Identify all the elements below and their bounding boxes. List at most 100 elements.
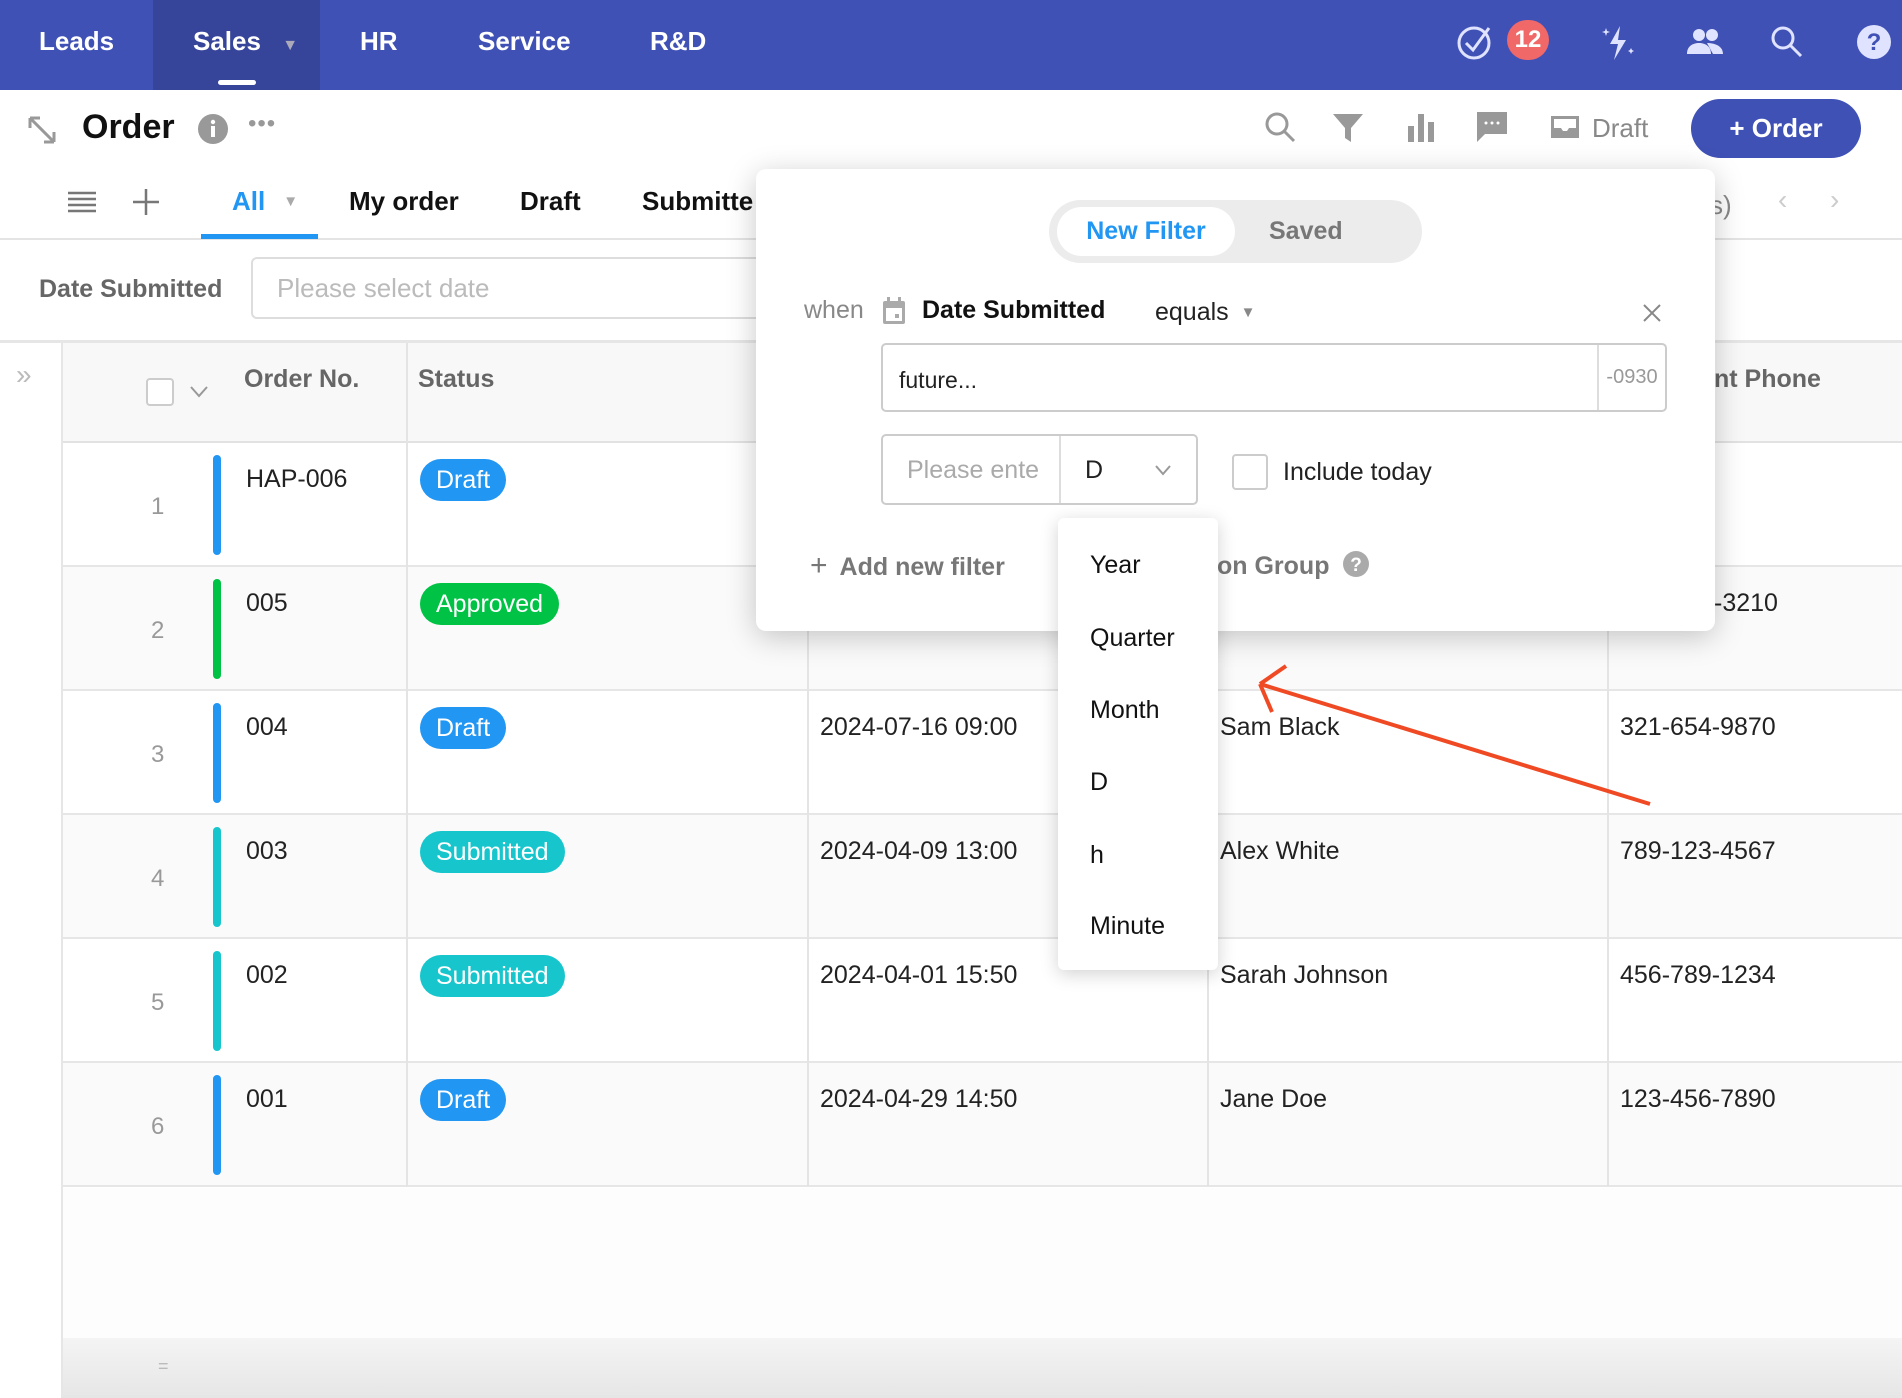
draft-button[interactable]: Draft [1592,113,1648,144]
operator-select[interactable]: equals ▼ [1155,298,1256,327]
nav-tab-sales[interactable]: Sales ▼ [153,0,320,90]
customer-cell[interactable]: Jane Doe [1220,1085,1327,1114]
table-row[interactable]: 6 001 Draft 2024-04-29 14:50 Jane Doe 123-456… [63,1063,1902,1187]
resize-handle-icon[interactable]: = [158,1356,169,1377]
svg-text:?: ? [1867,29,1882,56]
menu-icon[interactable] [68,190,96,214]
phone-cell[interactable]: 789-123-4567 [1620,837,1776,866]
status-color-bar [213,827,221,927]
column-divider [1607,691,1609,815]
status-color-bar [213,703,221,803]
date-cell[interactable]: 2024-04-01 15:50 [820,961,1017,990]
expand-icon[interactable] [26,114,58,146]
column-divider [406,1063,408,1187]
filter-field[interactable]: Date Submitted [922,296,1105,325]
order-no-cell[interactable]: 004 [246,713,288,742]
calendar-icon [883,297,905,324]
tab-draft[interactable]: Draft [520,186,581,217]
tab-submitted[interactable]: Submitte [642,186,753,217]
chevron-down-icon[interactable] [189,385,209,399]
chart-icon[interactable] [1404,110,1438,144]
nav-tab-service[interactable]: Service [478,0,571,90]
toolbar-search-icon[interactable] [1263,110,1297,144]
help-icon[interactable]: ? [1342,550,1370,578]
order-no-cell[interactable]: 002 [246,961,288,990]
plus-icon: + [810,549,828,582]
column-phone[interactable]: nt Phone [1714,365,1821,394]
phone-cell[interactable]: -3210 [1714,589,1778,618]
nav-tab-rd[interactable]: R&D [650,0,706,90]
customer-cell[interactable]: Sam Black [1220,713,1339,742]
add-new-filter-button[interactable]: + Add new filter [810,549,1005,583]
nav-tab-hr[interactable]: HR [360,0,398,90]
phone-cell[interactable]: 456-789-1234 [1620,961,1776,990]
column-divider [807,691,809,815]
option-hour[interactable]: h [1090,841,1104,870]
tab-all[interactable]: All ▼ [232,186,298,217]
add-view-icon[interactable] [133,189,159,215]
comment-icon[interactable] [1475,110,1509,144]
include-today-label: Include today [1283,458,1432,486]
phone-cell[interactable]: 321-654-9870 [1620,713,1776,742]
date-cell[interactable]: 2024-07-16 09:00 [820,713,1017,742]
add-order-button[interactable]: + Order [1691,99,1861,158]
table-row[interactable]: 5 002 Submitted 2024-04-01 15:50 Sarah Johns… [63,939,1902,1063]
sparkle-icon[interactable] [1598,22,1638,62]
help-icon[interactable]: ? [1854,22,1894,62]
table-empty-area [63,1188,1902,1338]
option-minute[interactable]: Minute [1090,912,1165,941]
phone-cell[interactable]: 123-456-7890 [1620,1085,1776,1114]
status-badge: Approved [420,583,560,625]
filter-value: future... [899,367,977,393]
option-year[interactable]: Year [1090,551,1141,580]
status-badge: Draft [420,459,507,501]
customer-cell[interactable]: Alex White [1220,837,1339,866]
option-month[interactable]: Month [1090,696,1159,725]
row-number: 6 [151,1113,165,1140]
include-today-checkbox[interactable] [1232,454,1268,490]
select-all-checkbox[interactable] [146,378,174,406]
date-cell[interactable]: 2024-04-09 13:00 [820,837,1017,866]
customer-cell[interactable]: Sarah Johnson [1220,961,1388,990]
search-icon[interactable] [1767,22,1807,62]
unit-dropdown: Year Quarter Month D h Minute [1058,518,1218,970]
order-no-cell[interactable]: HAP-006 [246,465,347,494]
table-row[interactable]: 3 004 Draft 2024-07-16 09:00 Sam Black 321-65… [63,691,1902,815]
table-row[interactable]: 4 003 Submitted 2024-04-09 13:00 Alex White 7… [63,815,1902,939]
relative-amount-group: Please ente D [881,434,1198,505]
column-divider [807,815,809,939]
chevron-right-icon[interactable]: › [1830,184,1839,216]
expand-sidebar-icon[interactable]: » [16,359,32,391]
date-submitted-input[interactable]: Please select date [251,257,811,319]
amount-input[interactable]: Please ente [907,456,1057,485]
more-icon[interactable]: ••• [248,110,276,138]
nav-tab-leads[interactable]: Leads [39,0,114,90]
order-no-cell[interactable]: 005 [246,589,288,618]
option-quarter[interactable]: Quarter [1090,624,1175,653]
order-no-cell[interactable]: 003 [246,837,288,866]
column-divider [1207,1063,1209,1187]
info-icon[interactable] [197,113,229,145]
tab-new-filter[interactable]: New Filter [1057,207,1235,256]
status-color-bar [213,455,221,555]
filter-value-input[interactable]: future... -0930 [881,343,1667,412]
order-no-cell[interactable]: 001 [246,1085,288,1114]
notification-badge: 12 [1507,20,1549,60]
date-cell[interactable]: 2024-04-29 14:50 [820,1085,1017,1114]
when-label: when [804,296,864,324]
chevron-down-icon [1155,465,1171,476]
column-divider [406,567,408,691]
check-circle-icon[interactable] [1455,22,1495,62]
column-status[interactable]: Status [418,365,494,394]
tab-my-order[interactable]: My order [349,186,459,217]
filter-icon[interactable] [1331,110,1365,144]
chevron-left-icon[interactable]: ‹ [1778,184,1787,216]
close-icon[interactable] [1642,303,1662,323]
tab-saved[interactable]: Saved [1269,207,1343,256]
column-order-no[interactable]: Order No. [244,365,359,394]
people-icon[interactable] [1685,22,1725,62]
option-day[interactable]: D [1090,768,1108,797]
caret-down-icon: ▼ [283,193,299,210]
inbox-icon[interactable] [1548,110,1582,144]
unit-select[interactable]: D [1059,436,1196,503]
